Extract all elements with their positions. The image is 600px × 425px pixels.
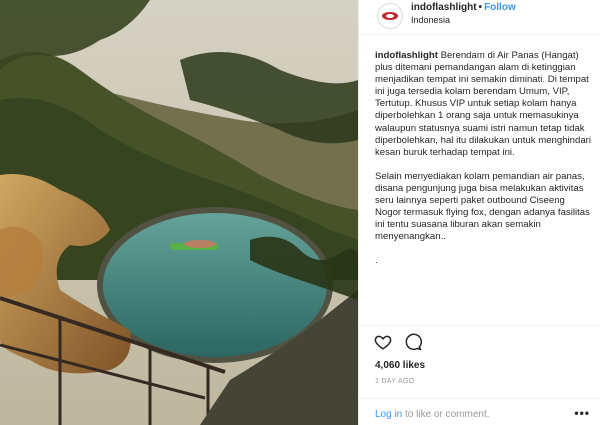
login-prompt: Log in to like or comment. [375,409,490,420]
caption-username-link[interactable]: indoflashlight [375,50,438,61]
post-header: indoflashlight • Follow Indonesia [359,0,600,35]
like-count[interactable]: 4,060 likes [375,360,425,371]
caption-text-1: Berendam di Air Panas (Hangat) plus dite… [375,50,592,158]
more-options-icon[interactable]: ••• [574,406,590,420]
comment-icon[interactable] [404,333,423,351]
post-sidebar: indoflashlight • Follow Indonesia indoflas… [358,0,600,425]
instagram-post: indoflashlight • Follow Indonesia indoflas… [0,0,600,425]
username-link[interactable]: indoflashlight [411,2,477,13]
avatar[interactable] [377,3,403,29]
login-prompt-text: to like or comment. [402,409,490,420]
caption-paragraph-2: Selain menyediakan kolam pemandian air p… [375,170,590,243]
post-photo[interactable] [0,0,358,425]
location-link[interactable]: Indonesia [411,15,450,25]
divider [359,398,600,399]
caption-paragraph-1: indoflashlight Berendam di Air Panas (Ha… [375,50,591,159]
caption-paragraph-3: . [375,255,378,267]
avatar-logo-icon [379,5,401,27]
caption: indoflashlight Berendam di Air Panas (Ha… [375,50,591,280]
divider [359,325,600,326]
login-link[interactable]: Log in [375,409,402,420]
post-timestamp: 1 DAY AGO [375,378,415,385]
action-bar [374,333,430,351]
username-line: indoflashlight • Follow [411,2,516,13]
heart-icon[interactable] [374,333,392,351]
separator-dot: • [478,2,483,13]
follow-button[interactable]: Follow [484,2,516,13]
hot-spring-pool-photo [0,0,358,425]
